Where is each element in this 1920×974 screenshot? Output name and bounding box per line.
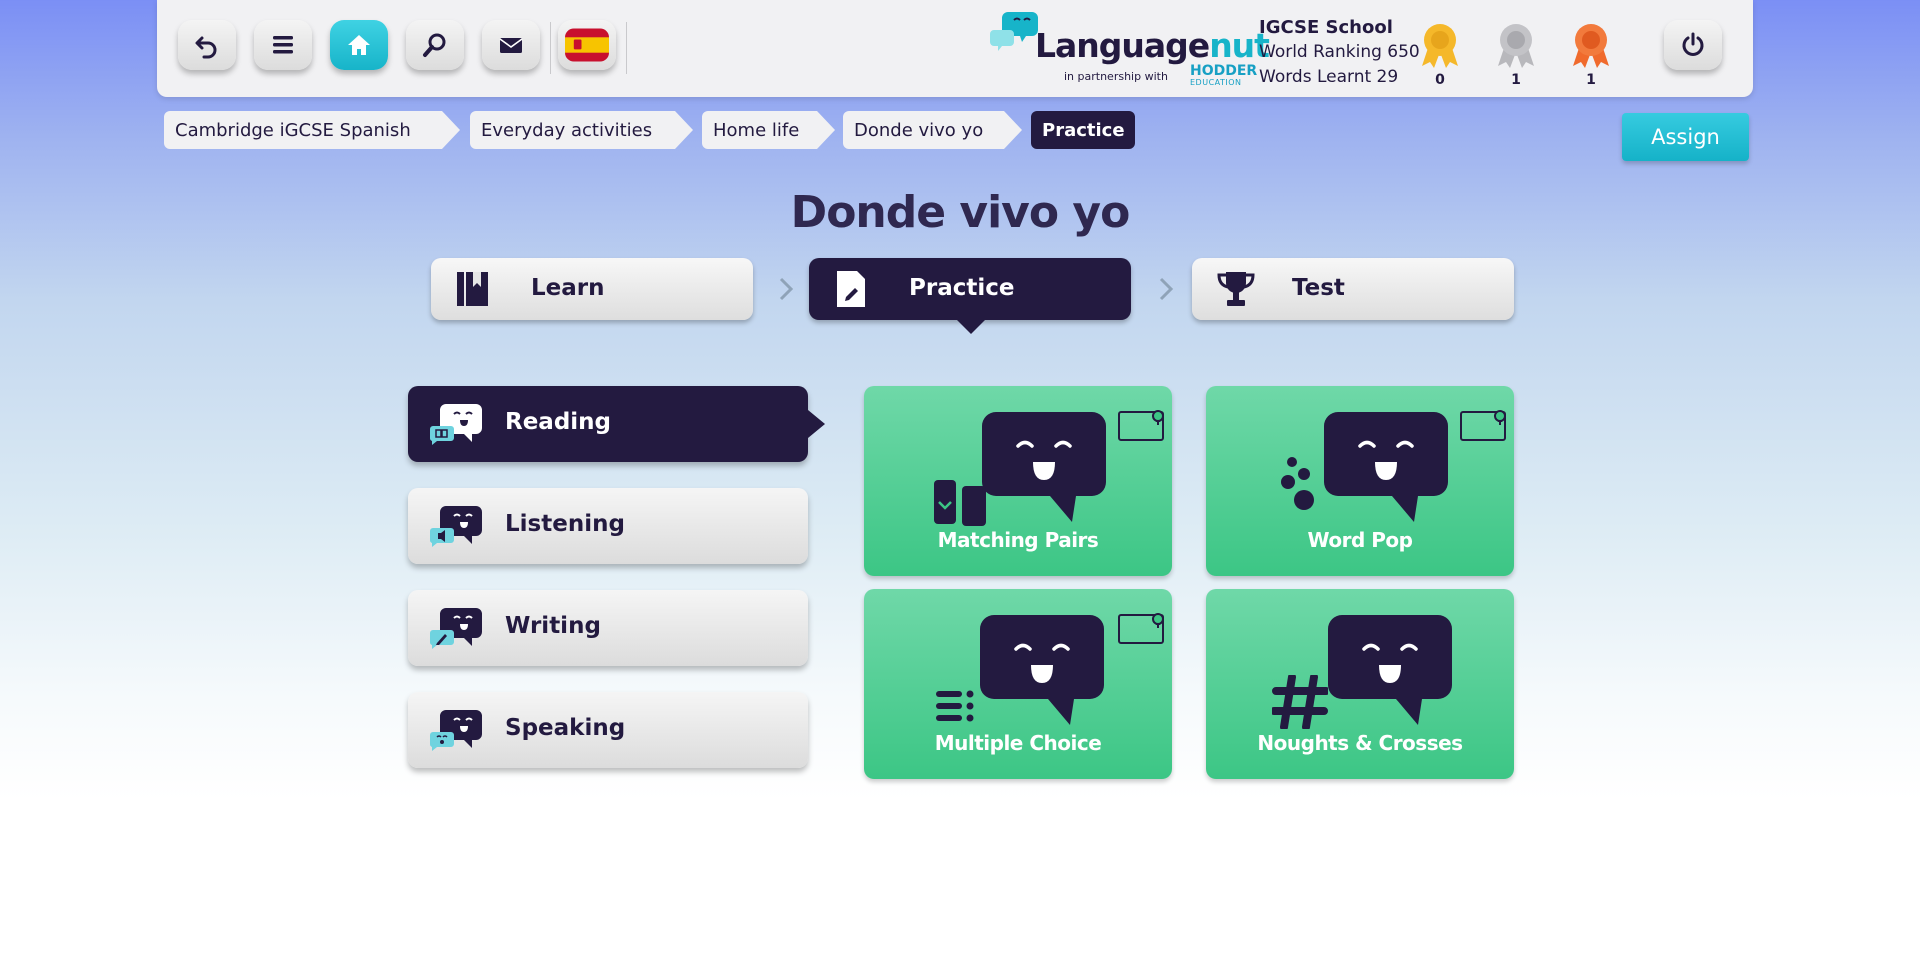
search-icon: [423, 33, 446, 57]
chat-face-icon: [980, 615, 1104, 725]
chat-face-icon: [982, 412, 1106, 522]
game-multiple-choice[interactable]: Multiple Choice: [864, 589, 1172, 779]
skill-writing[interactable]: Writing: [408, 590, 808, 666]
tab-practice-label: Practice: [909, 275, 1015, 301]
lightbulb-hint-icon: [1460, 410, 1506, 441]
listening-chat-icon: [429, 506, 482, 547]
breadcrumb-lesson[interactable]: Donde vivo yo: [843, 111, 1022, 149]
divider: [550, 22, 551, 74]
list-icon: [936, 690, 974, 722]
tab-practice[interactable]: Practice: [809, 258, 1131, 334]
trophy-icon: [1217, 272, 1255, 306]
tab-learn-label: Learn: [531, 275, 605, 301]
lightbulb-hint-icon: [1118, 613, 1164, 644]
world-ranking: World Ranking 650: [1259, 42, 1420, 62]
language-button[interactable]: [558, 20, 616, 70]
home-icon: [348, 35, 370, 55]
game-label: Word Pop: [1307, 528, 1413, 552]
back-button[interactable]: [178, 20, 236, 70]
gold-medal-icon: [1422, 24, 1458, 68]
search-button[interactable]: [406, 20, 464, 70]
chat-face-icon: [1328, 615, 1452, 725]
game-noughts-crosses[interactable]: Noughts & Crosses: [1206, 589, 1514, 779]
breadcrumb-course[interactable]: Cambridge iGCSE Spanish: [164, 111, 460, 149]
silver-count: 1: [1511, 72, 1521, 88]
languagenut-logo[interactable]: Languagenut in partnership with HODDER E…: [990, 8, 1270, 90]
assign-button[interactable]: Assign: [1622, 113, 1749, 161]
chat-face-icon: [1324, 412, 1448, 522]
silver-medal[interactable]: 1: [1491, 20, 1541, 90]
bronze-count: 1: [1586, 72, 1596, 88]
chevron-right-icon: [779, 277, 794, 301]
game-label: Noughts & Crosses: [1257, 731, 1463, 755]
bronze-medal-icon: [1573, 24, 1609, 68]
skill-speaking[interactable]: Speaking: [408, 692, 808, 768]
breadcrumb-subtopic[interactable]: Home life: [702, 111, 835, 149]
tab-test-label: Test: [1292, 275, 1345, 301]
tab-test[interactable]: Test: [1192, 258, 1514, 320]
skill-speaking-label: Speaking: [505, 715, 626, 741]
hashtag-icon: [1272, 675, 1328, 729]
cards-icon: [934, 480, 986, 526]
hamburger-icon: [273, 36, 293, 54]
envelope-icon: [499, 38, 523, 53]
logo-wordmark: Languagenut: [1035, 26, 1270, 65]
logo-partner-text: in partnership with: [1064, 70, 1168, 83]
writing-chat-icon: [429, 608, 482, 649]
school-name: IGCSE School: [1259, 17, 1393, 38]
undo-icon: [195, 36, 217, 59]
skill-listening[interactable]: Listening: [408, 488, 808, 564]
game-word-pop[interactable]: Word Pop: [1206, 386, 1514, 576]
logout-button[interactable]: [1664, 20, 1722, 70]
gold-medal[interactable]: 0: [1415, 20, 1465, 90]
skill-reading[interactable]: Reading: [408, 386, 825, 462]
skill-reading-label: Reading: [505, 409, 612, 435]
hodder-brand: HODDER: [1190, 63, 1258, 79]
hodder-subtitle: EDUCATION: [1190, 78, 1242, 87]
skill-listening-label: Listening: [505, 511, 625, 537]
document-edit-icon: [837, 271, 865, 307]
bronze-medal[interactable]: 1: [1566, 20, 1616, 90]
reading-chat-icon: [429, 404, 482, 445]
tab-learn[interactable]: Learn: [431, 258, 753, 320]
words-learnt: Words Learnt 29: [1259, 67, 1399, 87]
chevron-right-icon: [1159, 277, 1174, 301]
page-title: Donde vivo yo: [790, 187, 1131, 238]
speaking-chat-icon: [429, 710, 482, 751]
bubbles-icon: [1281, 457, 1314, 510]
school-info: IGCSE School World Ranking 650 Words Lea…: [1259, 15, 1420, 90]
top-bar: Languagenut in partnership with HODDER E…: [157, 0, 1753, 97]
game-matching-pairs[interactable]: Matching Pairs: [864, 386, 1172, 576]
power-icon: [1682, 32, 1704, 56]
skill-writing-label: Writing: [505, 613, 601, 639]
messages-button[interactable]: [482, 20, 540, 70]
book-icon: [457, 272, 488, 306]
breadcrumb-current: Practice: [1031, 111, 1135, 149]
home-button[interactable]: [330, 20, 388, 70]
gold-count: 0: [1435, 72, 1445, 88]
breadcrumb-topic[interactable]: Everyday activities: [470, 111, 693, 149]
lightbulb-hint-icon: [1118, 410, 1164, 441]
silver-medal-icon: [1498, 24, 1534, 68]
divider: [626, 22, 627, 74]
game-label: Multiple Choice: [934, 731, 1102, 755]
game-label: Matching Pairs: [937, 528, 1099, 552]
menu-button[interactable]: [254, 20, 312, 70]
spain-flag-icon: [565, 28, 609, 62]
